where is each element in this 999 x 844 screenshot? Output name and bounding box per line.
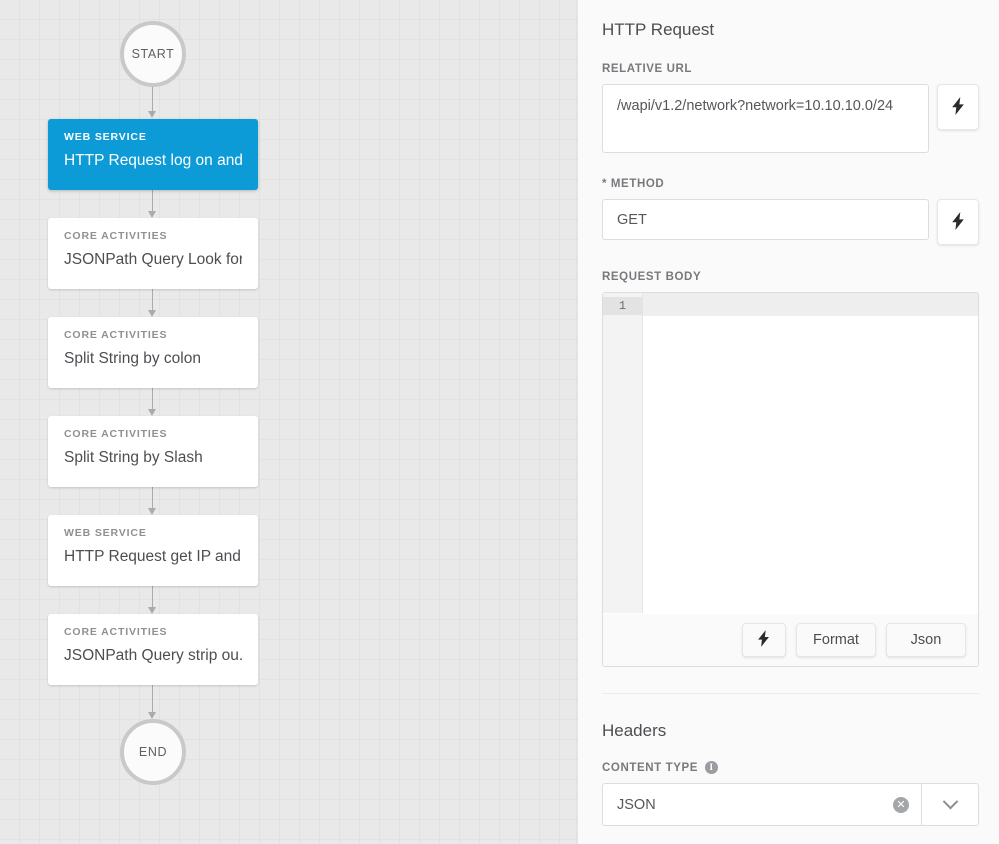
arrowhead-2	[148, 211, 156, 218]
code-editor[interactable]: 1	[603, 293, 978, 613]
active-line-highlight	[643, 293, 978, 316]
start-node[interactable]: START	[120, 21, 186, 87]
flow-node-category: CORE ACTIVITIES	[64, 626, 168, 638]
content-type-select[interactable]: JSON ✕	[602, 783, 979, 826]
flow-node-http-request-get-ip[interactable]: WEB SERVICE HTTP Request get IP and ...	[48, 515, 258, 586]
connector-4-to-5	[152, 487, 153, 508]
arrowhead-1	[148, 111, 156, 118]
lightning-bolt-icon	[951, 211, 966, 233]
flow-node-title: Split String by colon	[64, 350, 201, 367]
relative-url-label: RELATIVE URL	[602, 63, 693, 75]
flow-node-category: CORE ACTIVITIES	[64, 329, 168, 341]
workflow-canvas[interactable]: START WEB SERVICE HTTP Request log on an…	[0, 0, 578, 844]
chevron-down-icon[interactable]	[921, 784, 978, 825]
method-expression-button[interactable]	[937, 199, 979, 245]
flow-node-jsonpath-query-strip-out[interactable]: CORE ACTIVITIES JSONPath Query strip ou.…	[48, 614, 258, 685]
flow-node-http-request-log-on[interactable]: WEB SERVICE HTTP Request log on and ...	[48, 119, 258, 190]
method-label: * METHOD	[602, 178, 665, 190]
connector-3-to-4	[152, 388, 153, 409]
method-input[interactable]: GET	[602, 199, 929, 240]
connector-1-to-2	[152, 190, 153, 211]
flow-node-category: WEB SERVICE	[64, 527, 147, 539]
lightning-bolt-icon	[951, 96, 966, 118]
flow-node-title: HTTP Request get IP and ...	[64, 548, 242, 565]
section-divider	[602, 693, 979, 694]
editor-gutter: 1	[603, 293, 643, 613]
arrowhead-3	[148, 310, 156, 317]
connector-5-to-6	[152, 586, 153, 607]
content-type-label-text: CONTENT TYPE	[602, 761, 699, 774]
lightning-bolt-icon	[757, 629, 771, 651]
gutter-line-number: 1	[603, 297, 642, 315]
connector-6-to-end	[152, 685, 153, 712]
panel-title: HTTP Request	[602, 20, 715, 39]
flow-node-category: WEB SERVICE	[64, 131, 147, 143]
end-node-label: END	[138, 745, 168, 759]
flow-node-split-string-by-slash[interactable]: CORE ACTIVITIES Split String by Slash	[48, 416, 258, 487]
headers-section-title: Headers	[602, 721, 667, 740]
end-node[interactable]: END	[120, 719, 186, 785]
flow-node-title: HTTP Request log on and ...	[64, 152, 242, 169]
flow-node-title: JSONPath Query strip ou...	[64, 647, 242, 664]
arrowhead-5	[148, 508, 156, 515]
connector-start-to-1	[152, 87, 153, 111]
relative-url-input[interactable]: /wapi/v1.2/network?network=10.10.10.0/24	[602, 84, 929, 153]
workflow-designer: START WEB SERVICE HTTP Request log on an…	[0, 0, 999, 844]
code-area[interactable]	[643, 293, 978, 613]
flow-node-category: CORE ACTIVITIES	[64, 230, 168, 242]
json-button[interactable]: Json	[886, 623, 966, 657]
flow-node-title: JSONPath Query Look for...	[64, 251, 242, 268]
flow-node-split-string-by-colon[interactable]: CORE ACTIVITIES Split String by colon	[48, 317, 258, 388]
relative-url-row: /wapi/v1.2/network?network=10.10.10.0/24	[602, 84, 979, 153]
relative-url-expression-button[interactable]	[937, 84, 979, 130]
editor-toolbar: Format Json	[603, 613, 978, 666]
info-icon[interactable]: i	[705, 761, 719, 774]
arrowhead-7	[148, 712, 156, 719]
content-type-value[interactable]: JSON	[603, 784, 893, 825]
flow-node-title: Split String by Slash	[64, 449, 203, 466]
flow-node-category: CORE ACTIVITIES	[64, 428, 168, 440]
clear-icon[interactable]: ✕	[893, 796, 909, 813]
content-type-label: CONTENT TYPE i	[602, 761, 975, 774]
request-body-label: REQUEST BODY	[602, 271, 702, 283]
request-body-editor[interactable]: 1 Format Json	[602, 292, 979, 667]
flow-node-jsonpath-query-look-for[interactable]: CORE ACTIVITIES JSONPath Query Look for.…	[48, 218, 258, 289]
caret-shape	[942, 793, 958, 810]
arrowhead-4	[148, 409, 156, 416]
arrowhead-6	[148, 607, 156, 614]
format-button[interactable]: Format	[796, 623, 876, 657]
editor-expression-button[interactable]	[742, 623, 786, 657]
connector-2-to-3	[152, 289, 153, 310]
properties-panel: HTTP Request RELATIVE URL /wapi/v1.2/net…	[578, 0, 999, 844]
start-node-label: START	[131, 47, 175, 61]
method-row: GET	[602, 199, 979, 245]
